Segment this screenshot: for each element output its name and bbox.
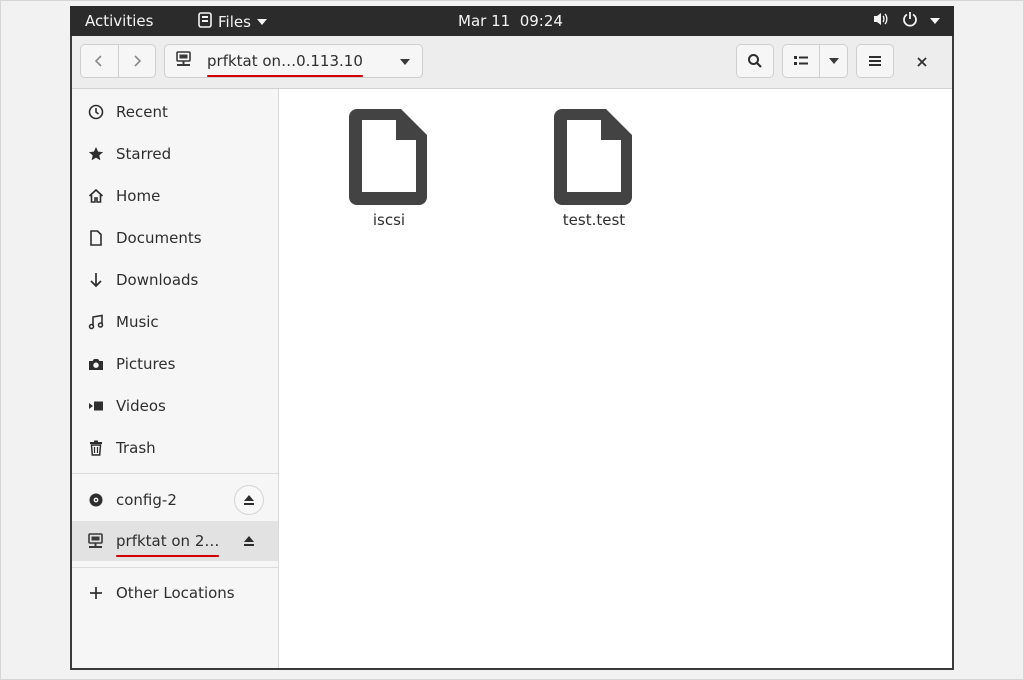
sidebar-item-recent[interactable]: Recent: [72, 92, 278, 132]
files-window: prfktat on…0.113.10 Recent Starred Home …: [72, 36, 952, 668]
sidebar-separator: [72, 567, 278, 568]
file-icon: [349, 109, 427, 205]
sidebar-item-label: config-2: [116, 491, 177, 509]
file-view[interactable]: iscsi test.test: [279, 89, 952, 668]
eject-icon: [244, 536, 254, 546]
sidebar-item-downloads[interactable]: Downloads: [72, 260, 278, 300]
sidebar-item-label: Home: [116, 187, 161, 205]
navigation-buttons: [80, 44, 156, 78]
sidebar-item-label: Videos: [116, 397, 166, 415]
files-app-icon: [198, 12, 212, 32]
power-icon: [902, 11, 918, 31]
clock[interactable]: Mar 11 09:24: [458, 12, 563, 30]
annotation-underline: [116, 555, 220, 557]
sidebar-item-label: Documents: [116, 229, 202, 247]
path-label: prfktat on…0.113.10: [207, 52, 363, 77]
sidebar-item-trash[interactable]: Trash: [72, 428, 278, 468]
sidebar-item-network-share[interactable]: prfktat on 2…: [72, 521, 278, 561]
star-icon: [87, 145, 105, 163]
network-server-icon: [87, 532, 105, 550]
close-icon: [917, 57, 927, 67]
sidebar-item-config-2[interactable]: config-2: [72, 480, 278, 520]
sidebar-item-label: Other Locations: [116, 584, 235, 602]
download-icon: [87, 271, 105, 289]
path-label-text: prfktat on…0.113.10: [207, 52, 363, 70]
music-icon: [87, 313, 105, 331]
sidebar-item-other-locations[interactable]: Other Locations: [72, 573, 278, 613]
volume-icon: [872, 11, 890, 31]
chevron-down-icon: [256, 19, 267, 25]
view-dropdown-button[interactable]: [819, 45, 847, 77]
sidebar-separator: [72, 473, 278, 474]
sidebar-item-label-text: prfktat on 2…: [116, 532, 220, 550]
plus-icon: [87, 584, 105, 602]
back-button[interactable]: [81, 45, 118, 77]
eject-button[interactable]: [240, 532, 258, 550]
desktop: Activities Files Mar 11 09:24 prfktat on…: [70, 6, 954, 670]
eject-button[interactable]: [234, 485, 264, 515]
sidebar-item-home[interactable]: Home: [72, 176, 278, 216]
view-options: [782, 44, 848, 78]
system-menu-chevron-icon: [930, 18, 940, 24]
chevron-down-icon: [828, 58, 839, 64]
sidebar-item-label: Recent: [116, 103, 168, 121]
header-bar: prfktat on…0.113.10: [72, 36, 952, 89]
sidebar-item-videos[interactable]: Videos: [72, 386, 278, 426]
home-icon: [87, 187, 105, 205]
system-tray[interactable]: [872, 11, 940, 31]
close-window-button[interactable]: [912, 52, 932, 72]
hamburger-menu-icon: [869, 56, 881, 66]
file-name: iscsi: [372, 211, 406, 229]
path-dropdown-icon[interactable]: [400, 59, 410, 65]
sidebar-item-label: Music: [116, 313, 159, 331]
file-item[interactable]: test.test: [534, 107, 654, 229]
file-name: test.test: [562, 211, 626, 229]
network-server-icon: [175, 50, 193, 72]
sidebar-item-label: prfktat on 2…: [116, 532, 220, 557]
document-icon: [87, 229, 105, 247]
file-item[interactable]: iscsi: [329, 107, 449, 229]
view-toggle-button[interactable]: [783, 45, 819, 77]
chevron-left-icon: [95, 55, 102, 67]
clock-icon: [87, 103, 105, 121]
annotation-underline: [207, 75, 363, 77]
top-bar: Activities Files Mar 11 09:24: [70, 6, 954, 36]
sidebar-item-starred[interactable]: Starred: [72, 134, 278, 174]
sidebar-item-pictures[interactable]: Pictures: [72, 344, 278, 384]
sidebar-item-label: Starred: [116, 145, 172, 163]
camera-icon: [87, 355, 105, 373]
sidebar-item-label: Pictures: [116, 355, 176, 373]
disc-icon: [87, 491, 105, 509]
trash-icon: [87, 439, 105, 457]
sidebar: Recent Starred Home Documents Downloads …: [72, 89, 279, 668]
file-icon: [554, 109, 632, 205]
video-icon: [87, 397, 105, 415]
activities-button[interactable]: Activities: [85, 12, 153, 30]
chevron-right-icon: [134, 55, 141, 67]
app-menu-button[interactable]: Files: [198, 12, 267, 32]
search-icon: [748, 54, 762, 68]
list-view-icon: [794, 56, 809, 65]
eject-icon: [244, 495, 254, 505]
app-menu-label: Files: [218, 13, 251, 31]
sidebar-item-documents[interactable]: Documents: [72, 218, 278, 258]
sidebar-item-label: Trash: [116, 439, 156, 457]
search-button[interactable]: [736, 44, 774, 78]
sidebar-item-music[interactable]: Music: [72, 302, 278, 342]
main-menu-button[interactable]: [856, 44, 894, 78]
forward-button[interactable]: [117, 45, 156, 77]
sidebar-item-label: Downloads: [116, 271, 199, 289]
location-path-button[interactable]: prfktat on…0.113.10: [164, 44, 423, 78]
